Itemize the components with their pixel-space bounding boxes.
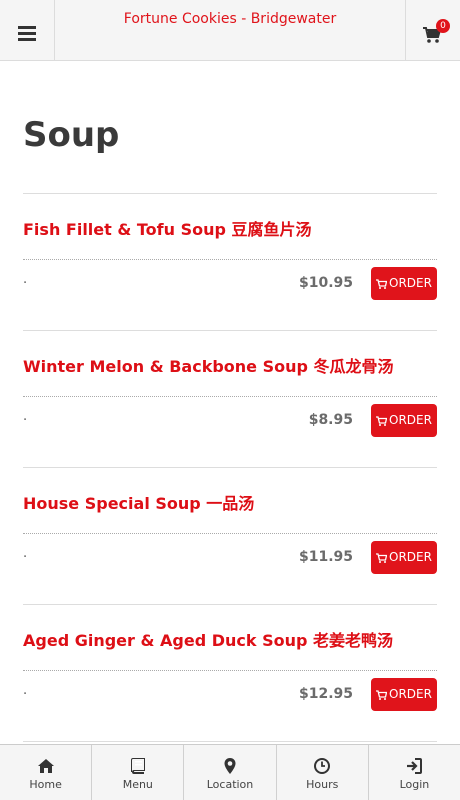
cart-plus-icon — [376, 416, 388, 426]
app-title: Fortune Cookies - Bridgewater — [123, 11, 337, 27]
top-bar: Fortune Cookies - Bridgewater 0 — [0, 0, 460, 61]
dotted-divider — [23, 396, 437, 397]
order-label: ORDER — [389, 413, 432, 427]
item-description: . — [23, 272, 28, 287]
menu-item: Winter Melon & Backbone Soup 冬瓜龙骨汤 . $8.… — [0, 331, 460, 468]
dotted-divider — [23, 533, 437, 534]
cart-plus-icon — [376, 690, 388, 700]
item-description: . — [23, 409, 28, 424]
item-price: $8.95 — [308, 412, 353, 428]
menu-button[interactable] — [0, 0, 55, 60]
order-button[interactable]: ORDER — [371, 541, 437, 574]
item-name: Fish Fillet & Tofu Soup 豆腐鱼片汤 — [23, 220, 312, 239]
nav-label: Location — [206, 778, 254, 791]
item-name: House Special Soup 一品汤 — [23, 494, 255, 513]
nav-login[interactable]: Login — [369, 745, 460, 800]
home-icon — [37, 759, 54, 773]
order-button[interactable]: ORDER — [371, 404, 437, 437]
dotted-divider — [23, 670, 437, 671]
cart-plus-icon — [376, 553, 388, 563]
menu-item: Fish Fillet & Tofu Soup 豆腐鱼片汤 . $10.95 O… — [0, 194, 460, 331]
item-description: . — [23, 546, 28, 561]
nav-label: Menu — [122, 778, 153, 791]
order-label: ORDER — [389, 550, 432, 564]
item-price: $11.95 — [298, 549, 353, 565]
order-label: ORDER — [389, 276, 432, 290]
nav-home[interactable]: Home — [0, 745, 93, 800]
nav-label: Home — [29, 778, 62, 791]
menu-item: Aged Ginger & Aged Duck Soup 老姜老鸭汤 . $12… — [0, 605, 460, 742]
book-icon — [130, 758, 145, 774]
item-description: . — [23, 683, 28, 698]
cart-plus-icon — [376, 279, 388, 289]
map-marker-icon — [224, 758, 236, 774]
item-divider — [23, 741, 437, 742]
dotted-divider — [23, 259, 437, 260]
page-title: Soup — [23, 115, 120, 155]
item-name: Aged Ginger & Aged Duck Soup 老姜老鸭汤 — [23, 631, 394, 650]
cart-count-badge: 0 — [436, 19, 450, 33]
nav-menu[interactable]: Menu — [92, 745, 185, 800]
menu-item: House Special Soup 一品汤 . $11.95 ORDER — [0, 468, 460, 605]
item-name: Winter Melon & Backbone Soup 冬瓜龙骨汤 — [23, 357, 394, 376]
bottom-nav: Home Menu Location Hours Login — [0, 744, 460, 800]
order-button[interactable]: ORDER — [371, 267, 437, 300]
nav-label: Hours — [306, 778, 339, 791]
clock-icon — [314, 758, 331, 774]
order-label: ORDER — [389, 687, 432, 701]
hamburger-icon — [18, 26, 36, 41]
item-price: $10.95 — [298, 275, 353, 291]
order-button[interactable]: ORDER — [371, 678, 437, 711]
nav-hours[interactable]: Hours — [277, 745, 369, 800]
nav-label: Login — [399, 778, 430, 791]
cart-button[interactable]: 0 — [405, 0, 460, 60]
item-price: $12.95 — [298, 686, 353, 702]
nav-location[interactable]: Location — [184, 745, 277, 800]
sign-in-icon — [407, 758, 423, 774]
